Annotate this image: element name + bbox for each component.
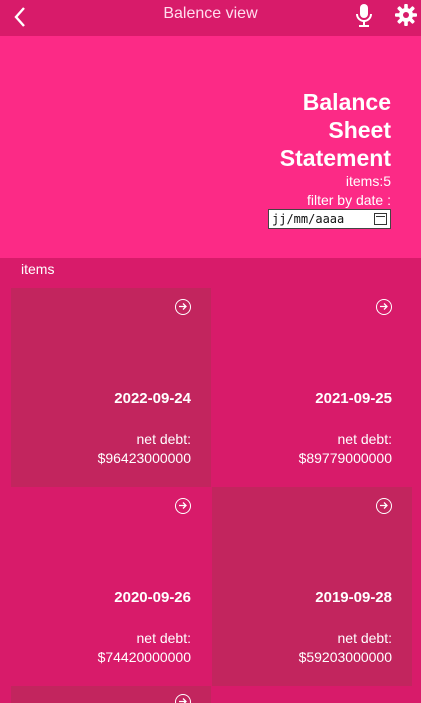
filter-label: filter by date : xyxy=(306,192,391,208)
item-card[interactable]: 2022-09-24 net debt: $96423000000 xyxy=(11,288,211,487)
card-date: 2020-09-26 xyxy=(114,589,191,606)
date-filter-input[interactable]: jj/mm/aaaa xyxy=(268,209,391,229)
card-date: 2019-09-28 xyxy=(315,589,392,606)
statement-title: Balance Sheet Statement xyxy=(279,89,391,171)
arrow-right-circle-icon[interactable] xyxy=(175,299,191,315)
items-section: items 2022-09-24 net debt: $96423000000 … xyxy=(0,258,421,703)
items-heading: items xyxy=(21,261,55,277)
arrow-right-circle-icon[interactable] xyxy=(175,498,191,514)
net-debt-value: $89779000000 xyxy=(298,450,392,466)
net-debt-value: $59203000000 xyxy=(298,649,392,665)
item-card[interactable]: 2019-09-28 net debt: $59203000000 xyxy=(212,487,412,686)
net-debt-value: $96423000000 xyxy=(97,450,191,466)
hero-panel: Balance Sheet Statement items:5 filter b… xyxy=(0,36,421,258)
arrow-right-circle-icon[interactable] xyxy=(376,498,392,514)
microphone-icon[interactable] xyxy=(354,3,374,29)
items-count: items:5 xyxy=(345,173,391,189)
card-date: 2022-09-24 xyxy=(114,390,191,407)
calendar-icon[interactable] xyxy=(374,213,387,225)
net-debt-label: net debt: xyxy=(136,630,192,646)
arrow-right-circle-icon[interactable] xyxy=(376,299,392,315)
item-card[interactable]: 2020-09-26 net debt: $74420000000 xyxy=(11,487,211,686)
arrow-right-circle-icon[interactable] xyxy=(175,694,191,703)
top-bar: Balence view xyxy=(0,0,421,36)
gear-icon[interactable] xyxy=(394,3,418,27)
net-debt-label: net debt: xyxy=(337,630,393,646)
item-card[interactable] xyxy=(11,686,211,703)
net-debt-label: net debt: xyxy=(337,431,393,447)
net-debt-label: net debt: xyxy=(136,431,192,447)
card-date: 2021-09-25 xyxy=(315,390,392,407)
net-debt-value: $74420000000 xyxy=(97,649,191,665)
item-card[interactable]: 2021-09-25 net debt: $89779000000 xyxy=(212,288,412,487)
